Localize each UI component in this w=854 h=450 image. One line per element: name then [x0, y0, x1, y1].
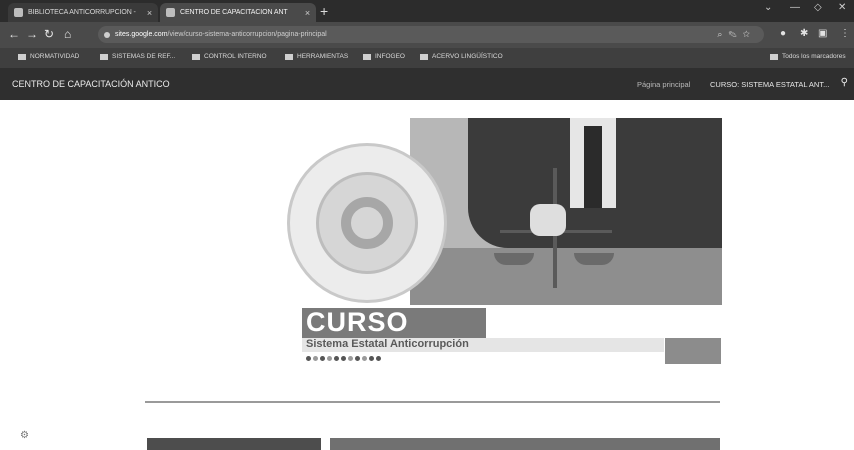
bookmark-sistemas[interactable]: SISTEMAS DE REF...: [100, 53, 175, 60]
extension-icon[interactable]: ●: [780, 28, 786, 39]
site-header: CENTRO DE CAPACITACIÓN ANTICO Página pri…: [0, 68, 854, 100]
bookmark-control-interno[interactable]: CONTROL INTERNO: [192, 53, 267, 60]
tab-search-icon[interactable]: ⌄: [764, 2, 772, 13]
seal-logo: [287, 143, 447, 303]
folder-icon: [420, 53, 428, 60]
sidepanel-icon[interactable]: ▣: [818, 28, 827, 39]
nav-home[interactable]: Página principal: [637, 80, 690, 89]
bookmark-acervo[interactable]: ACERVO LINGÜÍSTICO: [420, 53, 503, 60]
all-bookmarks[interactable]: Todos los marcadores: [770, 53, 846, 60]
browser-toolbar: ← → ↻ ⌂ sites.google.com /view/curso-sis…: [0, 22, 854, 48]
hero-photo: [410, 118, 722, 305]
folder-icon: [100, 53, 108, 60]
tab-centro-capacitacion[interactable]: CENTRO DE CAPACITACIÓN ANT ×: [160, 3, 316, 22]
forward-icon[interactable]: →: [26, 27, 38, 41]
tab-strip: BIBLIOTECA ANTICORRUPCIÓN - × CENTRO DE …: [0, 0, 854, 22]
address-bar-actions[interactable]: ⌕✎☆: [717, 29, 756, 40]
folder-icon: [192, 53, 200, 60]
site-info-icon[interactable]: [104, 31, 110, 38]
carousel-dots[interactable]: [306, 356, 381, 361]
address-bar[interactable]: sites.google.com /view/curso-sistema-ant…: [98, 26, 764, 43]
home-icon[interactable]: ⌂: [64, 27, 71, 41]
menu-icon[interactable]: ⋮: [840, 28, 850, 39]
new-tab-button[interactable]: +: [320, 3, 328, 19]
bookmark-herramientas[interactable]: HERRAMIENTAS: [285, 53, 348, 60]
bookmark-normatividad[interactable]: NORMATIVIDAD: [18, 53, 79, 60]
bookmarks-bar: NORMATIVIDAD SISTEMAS DE REF... CONTROL …: [0, 48, 854, 68]
close-tab-icon[interactable]: ×: [147, 8, 152, 18]
minimize-icon[interactable]: —: [790, 2, 800, 13]
section-banner-right: [330, 438, 720, 450]
back-icon[interactable]: ←: [8, 27, 20, 41]
course-heading: CURSO: [306, 307, 409, 337]
section-button-left[interactable]: [147, 438, 321, 450]
folder-icon: [770, 53, 778, 60]
close-window-icon[interactable]: ✕: [838, 2, 846, 13]
tab-title: BIBLIOTECA ANTICORRUPCIÓN -: [28, 9, 136, 16]
url-host: sites.google.com: [115, 31, 168, 38]
course-subtitle: Sistema Estatal Anticorrupción: [306, 338, 469, 350]
tab-favicon-icon: [14, 8, 23, 17]
nav-course[interactable]: CURSO: SISTEMA ESTATAL ANT...: [710, 80, 829, 89]
restore-icon[interactable]: ◇: [814, 2, 822, 13]
close-tab-icon[interactable]: ×: [305, 8, 310, 18]
folder-icon: [18, 53, 26, 60]
section-divider: [145, 401, 720, 403]
bookmark-infogeo[interactable]: INFOGEO: [363, 53, 405, 60]
puzzle-icon[interactable]: ✱: [800, 28, 808, 39]
banner-accent: [665, 338, 721, 364]
url-path: /view/curso-sistema-anticorrupcion/pagin…: [167, 31, 327, 38]
site-title[interactable]: CENTRO DE CAPACITACIÓN ANTICO: [12, 79, 170, 89]
folder-icon: [363, 53, 371, 60]
folder-icon: [285, 53, 293, 60]
reload-icon[interactable]: ↻: [44, 27, 54, 41]
search-icon[interactable]: ⚲: [841, 77, 848, 88]
tab-title: CENTRO DE CAPACITACIÓN ANT: [180, 9, 288, 16]
settings-gear-icon[interactable]: ⚙: [20, 430, 29, 441]
tab-biblioteca[interactable]: BIBLIOTECA ANTICORRUPCIÓN - ×: [8, 3, 158, 22]
tab-favicon-icon: [166, 8, 175, 17]
